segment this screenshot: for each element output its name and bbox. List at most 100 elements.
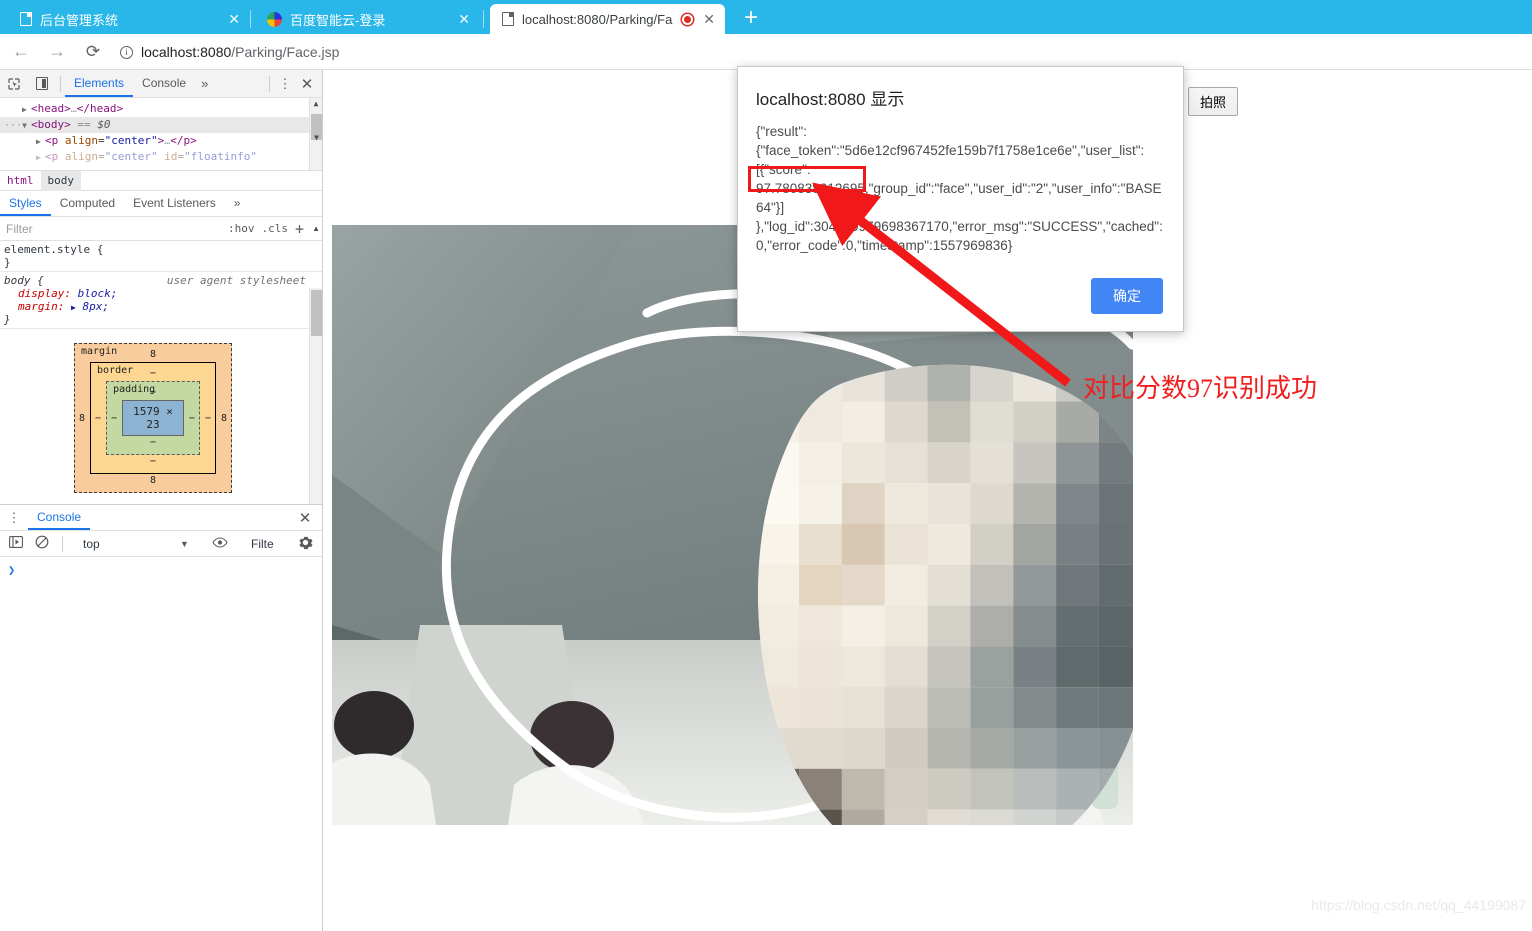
css-close-brace: } bbox=[4, 256, 11, 269]
console-toolbar-divider bbox=[62, 535, 63, 552]
recording-indicator-icon bbox=[682, 13, 694, 25]
expand-triangle-icon[interactable]: ▶ bbox=[22, 102, 31, 118]
collapse-triangle-icon[interactable]: ▼ bbox=[22, 118, 31, 134]
styles-filter-actions: :hov .cls + bbox=[228, 220, 304, 238]
execute-snippet-icon[interactable] bbox=[6, 536, 26, 551]
margin-left-value[interactable]: 8 bbox=[79, 413, 85, 424]
cls-toggle[interactable]: .cls bbox=[261, 222, 288, 235]
devtools-close-icon[interactable]: ✕ bbox=[296, 75, 318, 93]
browser-tab-2-close-icon[interactable]: ✕ bbox=[456, 12, 472, 26]
styles-rules-pane[interactable]: element.style { } user agent stylesheet … bbox=[0, 241, 322, 329]
styles-pane-scrollbar[interactable]: ▼ bbox=[309, 288, 322, 518]
capture-photo-button[interactable]: 拍照 bbox=[1188, 87, 1239, 116]
browser-tab-3-active[interactable]: localhost:8080/Parking/Fa ✕ bbox=[490, 4, 725, 34]
css-rule-element-style[interactable]: element.style { } bbox=[0, 241, 322, 272]
browser-tab-2[interactable]: 百度智能云-登录 ✕ bbox=[255, 4, 480, 34]
dom-row[interactable]: ▶ <head>…</head> bbox=[0, 101, 322, 117]
back-button[interactable]: ← bbox=[6, 37, 36, 67]
browser-tab-3-title: localhost:8080/Parking/Fa bbox=[522, 11, 673, 27]
margin-bottom-value[interactable]: 8 bbox=[79, 474, 227, 488]
styles-pane-tabs: Styles Computed Event Listeners » bbox=[0, 191, 322, 217]
dom-row-selected[interactable]: ···▼ <body> == $0 bbox=[0, 117, 322, 133]
css-declaration-margin[interactable]: margin: ▶ 8px; bbox=[4, 300, 322, 313]
breadcrumb: html body bbox=[0, 170, 322, 191]
drawer-tab-console[interactable]: Console bbox=[28, 505, 91, 530]
devtools-more-tabs-icon[interactable]: » bbox=[195, 76, 214, 91]
console-settings-icon[interactable] bbox=[298, 535, 313, 553]
drawer-kebab-icon[interactable]: ⋮ bbox=[0, 510, 28, 526]
padding-left-value[interactable]: − bbox=[111, 413, 117, 424]
devtools-kebab-icon[interactable]: ⋮ bbox=[276, 76, 294, 92]
margin-expand-triangle-icon[interactable]: ▶ bbox=[71, 303, 76, 312]
site-info-icon[interactable]: i bbox=[120, 45, 133, 59]
reload-icon[interactable]: ⟳ bbox=[78, 37, 108, 67]
address-bar-text: localhost:8080/Parking/Face.jsp bbox=[141, 44, 340, 60]
tab-event-listeners[interactable]: Event Listeners bbox=[124, 191, 225, 216]
breadcrumb-item-html[interactable]: html bbox=[0, 171, 41, 191]
dom-row-partial[interactable]: ▶ <p align="center" id="floatinfo" bbox=[0, 149, 322, 165]
inspect-element-icon[interactable] bbox=[0, 71, 28, 97]
tab-computed[interactable]: Computed bbox=[51, 191, 124, 216]
box-model-border-label: border bbox=[97, 365, 134, 376]
address-bar[interactable]: i localhost:8080/Parking/Face.jsp bbox=[110, 39, 1490, 65]
dom-tree[interactable]: ▶ <head>…</head> ···▼ <body> == $0 ▶ <p ali… bbox=[0, 98, 322, 170]
box-model-margin[interactable]: margin 8 8 border − − padding − − 1579 ×… bbox=[74, 343, 232, 493]
dialog-message: {"result": {"face_token":"5d6e12cf967452… bbox=[756, 124, 1163, 253]
devtools-tab-elements[interactable]: Elements bbox=[65, 70, 134, 97]
clear-console-icon[interactable] bbox=[32, 535, 52, 552]
devtools-tab-console[interactable]: Console bbox=[133, 70, 195, 97]
chevron-down-icon[interactable]: ▼ bbox=[180, 539, 189, 549]
annotation-text: 对比分数97识别成功 bbox=[1083, 374, 1318, 403]
console-input-prompt[interactable]: ❯ bbox=[0, 557, 322, 577]
box-model-content-size[interactable]: 1579 × 23 bbox=[122, 400, 184, 436]
border-right-value[interactable]: − bbox=[205, 413, 211, 424]
drawer-close-icon[interactable]: ✕ bbox=[294, 509, 316, 527]
browser-tab-3-close-icon[interactable]: ✕ bbox=[701, 12, 717, 26]
javascript-alert-dialog: localhost:8080 显示 {"result": {"face_toke… bbox=[737, 66, 1184, 332]
css-close-brace: } bbox=[4, 313, 11, 326]
scroll-down-icon[interactable]: ▼ bbox=[310, 132, 322, 144]
console-filter-input[interactable]: Filte bbox=[250, 536, 275, 551]
dom-tree-scrollbar[interactable]: ▲ ▼ bbox=[309, 98, 322, 170]
tab-separator-1 bbox=[250, 10, 251, 28]
css-selector: body { bbox=[4, 274, 44, 287]
browser-tab-strip: 后台管理系统 ✕ 百度智能云-登录 ✕ localhost:8080/Parki… bbox=[0, 0, 1532, 34]
new-style-rule-icon[interactable]: + bbox=[295, 220, 304, 238]
tab-styles[interactable]: Styles bbox=[0, 191, 51, 216]
css-selector: element.style { bbox=[4, 243, 104, 256]
dialog-ok-button[interactable]: 确定 bbox=[1091, 278, 1163, 314]
new-tab-button[interactable]: + bbox=[738, 6, 764, 32]
device-toolbar-icon[interactable] bbox=[28, 71, 56, 97]
scroll-up-icon[interactable]: ▲ bbox=[310, 98, 322, 110]
selected-node-ref: $0 bbox=[97, 118, 111, 131]
styles-scroll-up-icon[interactable]: ▲ bbox=[312, 224, 320, 233]
browser-tab-1-close-icon[interactable]: ✕ bbox=[226, 12, 242, 26]
breadcrumb-item-body[interactable]: body bbox=[40, 170, 81, 191]
browser-tab-1[interactable]: 后台管理系统 ✕ bbox=[8, 4, 250, 34]
box-model-border[interactable]: border − − padding − − 1579 × 23 − − − − bbox=[90, 362, 216, 474]
forward-button[interactable]: → bbox=[42, 37, 72, 67]
browser-tab-1-title: 后台管理系统 bbox=[40, 12, 119, 28]
scrollbar-thumb[interactable] bbox=[311, 290, 322, 336]
padding-right-value[interactable]: − bbox=[189, 413, 195, 424]
hov-toggle[interactable]: :hov bbox=[228, 222, 255, 235]
styles-more-tabs-icon[interactable]: » bbox=[225, 191, 250, 216]
css-declaration-display[interactable]: display: block; bbox=[4, 287, 322, 300]
styles-filter-input[interactable]: Filter bbox=[6, 222, 33, 236]
live-expression-icon[interactable] bbox=[212, 536, 228, 551]
css-rule-body[interactable]: user agent stylesheet body { display: bl… bbox=[0, 272, 322, 329]
expand-triangle-icon[interactable]: ▶ bbox=[36, 134, 45, 150]
border-bottom-value[interactable]: − bbox=[95, 455, 211, 469]
border-left-value[interactable]: − bbox=[95, 413, 101, 424]
devtools-toolbar: Elements Console » ⋮ ✕ bbox=[0, 70, 322, 98]
margin-right-value[interactable]: 8 bbox=[221, 413, 227, 424]
dom-row[interactable]: ▶ <p align="center">…</p> bbox=[0, 133, 322, 149]
tab-separator-2 bbox=[483, 10, 484, 28]
console-context-selector[interactable]: top bbox=[73, 537, 100, 551]
devtools-toolbar-right: ⋮ ✕ bbox=[265, 75, 318, 93]
drawer-tab-bar: ⋮ Console ✕ bbox=[0, 505, 322, 531]
dom-row-overflow-icon: ··· bbox=[4, 120, 23, 131]
console-filter-bar: top ▼ Filte bbox=[0, 531, 322, 557]
padding-bottom-value[interactable]: − bbox=[111, 436, 195, 450]
box-model-padding[interactable]: padding − − 1579 × 23 − − bbox=[106, 381, 200, 455]
